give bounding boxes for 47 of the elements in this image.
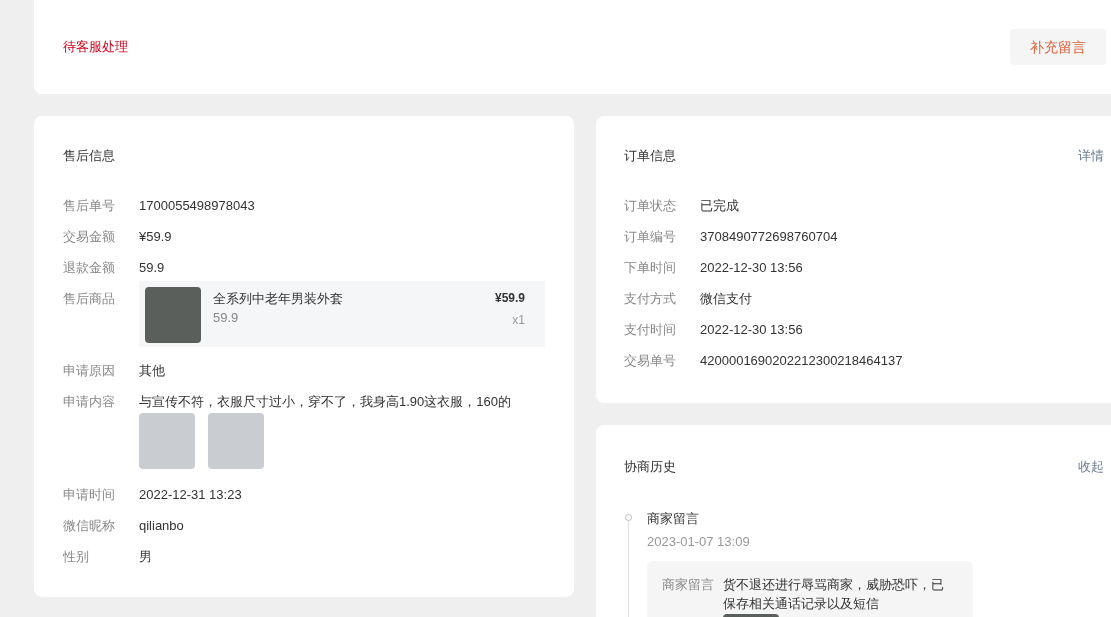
field-value: 2022-12-30 13:56 bbox=[700, 320, 803, 339]
field-label: 交易金额 bbox=[63, 227, 116, 246]
field-value: 1700055498978043 bbox=[139, 196, 255, 215]
message-label: 商家留言 bbox=[662, 575, 715, 594]
card-title: 订单信息 bbox=[624, 147, 676, 165]
field-value: 3708490772698760704 bbox=[700, 227, 838, 246]
field-label: 申请原因 bbox=[63, 361, 116, 380]
product-price: ¥59.9 bbox=[494, 289, 525, 307]
add-message-button[interactable]: 补充留言 bbox=[1010, 29, 1106, 65]
field-value: 已完成 bbox=[700, 196, 739, 215]
field-value: 男 bbox=[139, 548, 152, 566]
field-label: 性别 bbox=[63, 548, 90, 566]
field-label: 支付方式 bbox=[624, 289, 677, 308]
field-value: 4200001690202212300218464137 bbox=[700, 351, 903, 370]
field-value: 2022-12-30 13:56 bbox=[700, 258, 803, 277]
photo-placeholder bbox=[145, 286, 201, 343]
photo-placeholder bbox=[139, 413, 195, 469]
entry-title: 商家留言 bbox=[647, 509, 700, 528]
status-text: 待客服处理 bbox=[63, 38, 128, 57]
field-label: 售后商品 bbox=[63, 289, 116, 308]
field-label: 订单状态 bbox=[624, 196, 677, 215]
field-label: 微信昵称 bbox=[63, 517, 116, 535]
field-label: 申请时间 bbox=[63, 486, 116, 504]
field-label: 售后单号 bbox=[63, 196, 116, 215]
collapse-link[interactable]: 收起 bbox=[1078, 457, 1104, 477]
product-quantity: x1 bbox=[512, 311, 525, 329]
field-label: 下单时间 bbox=[624, 258, 677, 277]
details-link[interactable]: 详情 bbox=[1078, 146, 1104, 166]
photo-placeholder bbox=[208, 413, 264, 469]
field-value: qilianbo bbox=[139, 517, 184, 535]
message-text: 货不退还进行辱骂商家，威胁恐吓，已保存相关通话记录以及短信 bbox=[723, 575, 945, 613]
field-label: 交易单号 bbox=[624, 351, 677, 370]
field-value: 与宣传不符，衣服尺寸过小，穿不了，我身高1.90这衣服，160的 bbox=[139, 392, 511, 411]
card-title: 协商历史 bbox=[624, 458, 676, 476]
product-name: 全系列中老年男装外套 bbox=[213, 289, 344, 308]
entry-time: 2023-01-07 13:09 bbox=[647, 533, 751, 551]
field-label: 支付时间 bbox=[624, 320, 677, 339]
product-spec: 59.9 bbox=[213, 309, 240, 327]
field-label: 退款金额 bbox=[63, 258, 116, 277]
field-value: 59.9 bbox=[139, 258, 165, 277]
field-label: 申请内容 bbox=[63, 392, 116, 411]
field-value: 微信支付 bbox=[700, 289, 752, 308]
card-title: 售后信息 bbox=[63, 147, 116, 165]
field-value: ¥59.9 bbox=[139, 227, 172, 246]
field-label: 订单编号 bbox=[624, 227, 677, 246]
field-value: 2022-12-31 13:23 bbox=[139, 486, 242, 504]
field-value: 其他 bbox=[139, 361, 165, 380]
